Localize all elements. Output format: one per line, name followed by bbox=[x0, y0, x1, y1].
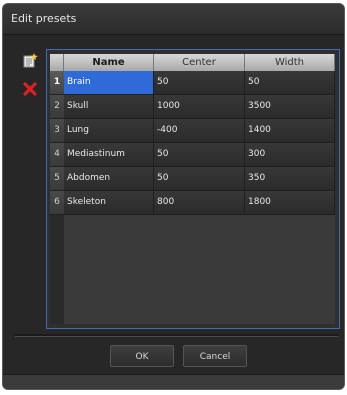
cell-width[interactable]: 1800 bbox=[245, 191, 335, 215]
row-number: 6 bbox=[50, 191, 64, 215]
row-header-strip bbox=[50, 215, 64, 324]
table-row[interactable]: 1 Brain 50 50 bbox=[50, 71, 335, 95]
table-empty-area bbox=[50, 215, 335, 324]
table-row[interactable]: 3 Lung -400 1400 bbox=[50, 119, 335, 143]
table-row[interactable]: 6 Skeleton 800 1800 bbox=[50, 191, 335, 215]
row-number: 1 bbox=[50, 71, 64, 95]
ok-button[interactable]: OK bbox=[110, 345, 174, 367]
column-header-center[interactable]: Center bbox=[154, 54, 245, 71]
cell-name[interactable]: Skeleton bbox=[64, 191, 154, 215]
table-row[interactable]: 4 Mediastinum 50 300 bbox=[50, 143, 335, 167]
row-number: 4 bbox=[50, 143, 64, 167]
row-number: 5 bbox=[50, 167, 64, 191]
cell-name[interactable]: Abdomen bbox=[64, 167, 154, 191]
header-corner bbox=[50, 54, 64, 71]
cell-name[interactable]: Brain bbox=[64, 71, 154, 95]
cell-width[interactable]: 50 bbox=[245, 71, 335, 95]
cell-width[interactable]: 3500 bbox=[245, 95, 335, 119]
cancel-button[interactable]: Cancel bbox=[183, 345, 247, 367]
edit-presets-dialog: Edit presets Name Center Width 1 Brain 5… bbox=[2, 3, 345, 390]
cell-width[interactable]: 350 bbox=[245, 167, 335, 191]
cell-center[interactable]: 50 bbox=[154, 71, 245, 95]
cell-name[interactable]: Skull bbox=[64, 95, 154, 119]
column-header-width[interactable]: Width bbox=[245, 54, 335, 71]
cell-center[interactable]: 50 bbox=[154, 167, 245, 191]
cell-name[interactable]: Lung bbox=[64, 119, 154, 143]
delete-preset-icon[interactable] bbox=[22, 81, 38, 97]
dialog-title: Edit presets bbox=[11, 12, 77, 25]
title-bar[interactable]: Edit presets bbox=[3, 4, 344, 35]
column-header-name[interactable]: Name bbox=[64, 54, 154, 71]
cell-width[interactable]: 1400 bbox=[245, 119, 335, 143]
cell-center[interactable]: 800 bbox=[154, 191, 245, 215]
dialog-footer bbox=[3, 374, 344, 389]
row-number: 3 bbox=[50, 119, 64, 143]
cell-center[interactable]: -400 bbox=[154, 119, 245, 143]
table-row[interactable]: 2 Skull 1000 3500 bbox=[50, 95, 335, 119]
separator bbox=[15, 334, 338, 337]
cell-width[interactable]: 300 bbox=[245, 143, 335, 167]
table-row[interactable]: 5 Abdomen 50 350 bbox=[50, 167, 335, 191]
cell-center[interactable]: 1000 bbox=[154, 95, 245, 119]
add-preset-icon[interactable] bbox=[22, 53, 38, 69]
cell-center[interactable]: 50 bbox=[154, 143, 245, 167]
cell-name[interactable]: Mediastinum bbox=[64, 143, 154, 167]
presets-table: Name Center Width 1 Brain 50 50 2 Skull … bbox=[46, 49, 340, 329]
row-number: 2 bbox=[50, 95, 64, 119]
